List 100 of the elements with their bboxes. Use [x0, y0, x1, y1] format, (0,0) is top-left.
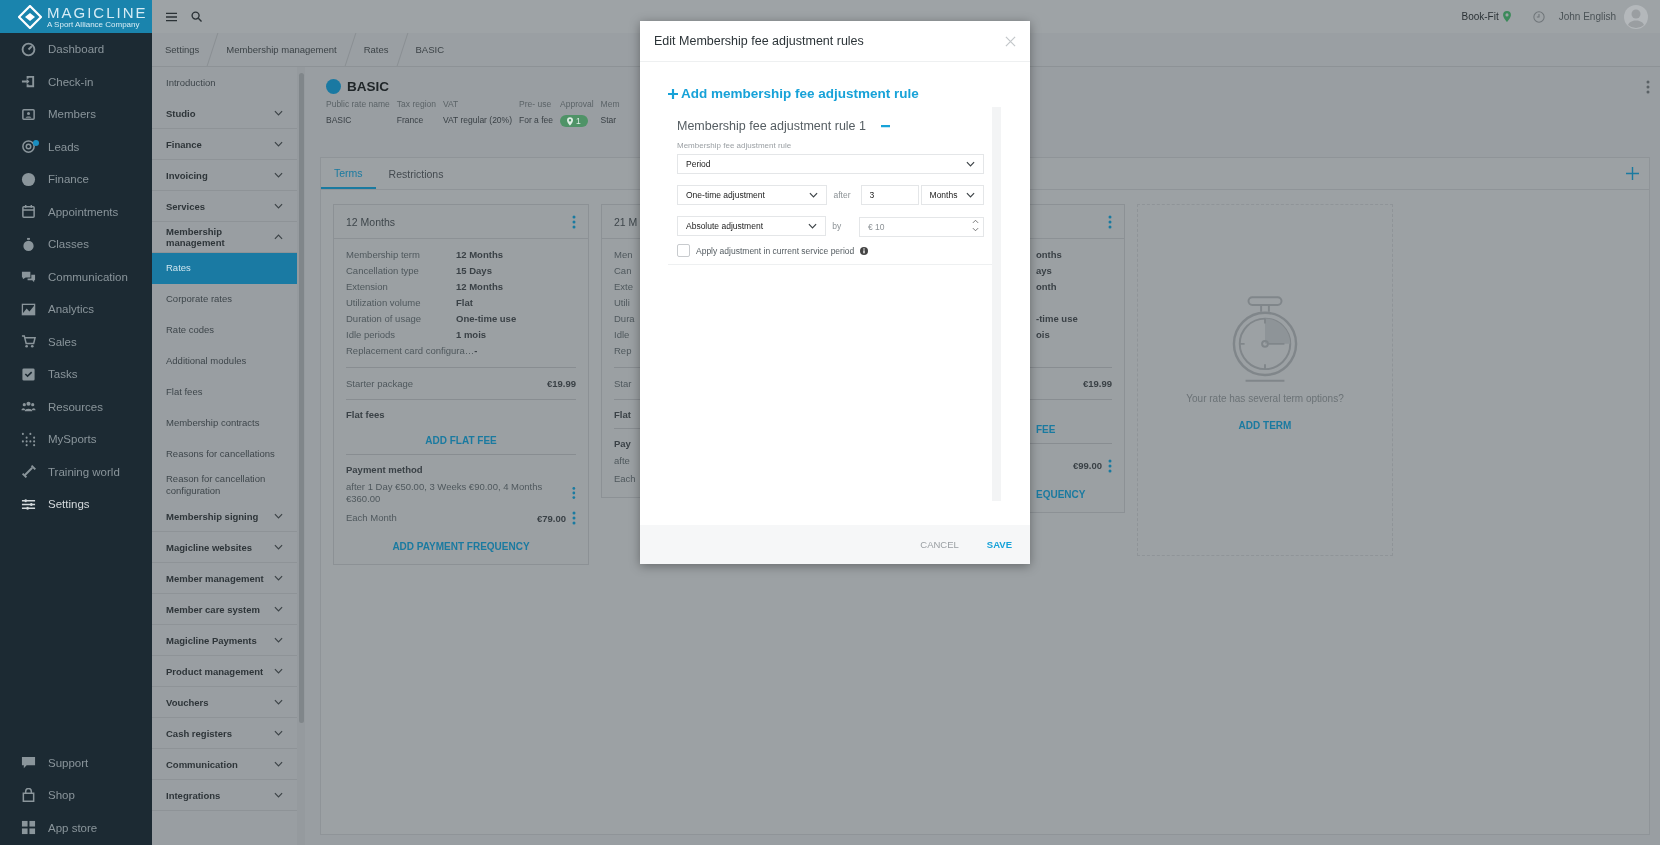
- term-label: Membership term: [346, 249, 421, 261]
- avatar-icon[interactable]: [1624, 4, 1648, 29]
- settings-menu-item[interactable]: Rates: [152, 253, 297, 284]
- starter-package-price: €19.99: [546, 377, 576, 389]
- nav-item[interactable]: Finance: [0, 163, 152, 196]
- cancel-button[interactable]: CANCEL: [914, 535, 965, 554]
- breadcrumb-link[interactable]: Membership management: [213, 33, 350, 66]
- scrollbar-thumb[interactable]: [298, 73, 304, 723]
- starter-package-price: €19.99: [1082, 377, 1112, 389]
- id-card-icon: [21, 106, 36, 122]
- chevron-down-icon: [809, 192, 819, 198]
- nav-item[interactable]: Classes: [0, 228, 152, 261]
- search-icon[interactable]: [191, 11, 202, 22]
- field-value: France: [396, 115, 425, 125]
- amount-field[interactable]: € 10: [859, 217, 984, 237]
- save-button[interactable]: SAVE: [980, 535, 1018, 554]
- adjustment-type-select[interactable]: Absolute adjustment: [677, 216, 827, 236]
- nav-item[interactable]: Check-in: [0, 65, 152, 98]
- flat-fees-heading: Flat: [614, 408, 632, 420]
- term-value: onth: [1036, 281, 1057, 293]
- nav-item[interactable]: Training world: [0, 455, 152, 488]
- settings-menu-item[interactable]: Flat fees: [152, 377, 297, 408]
- starter-package-label: Star: [614, 377, 632, 389]
- term-label: Extension: [346, 281, 389, 293]
- spinner-icon[interactable]: [972, 219, 979, 232]
- brand-tagline: A Sport Alliance Company: [47, 20, 141, 29]
- minus-icon[interactable]: [880, 124, 891, 128]
- term-label: Cancellation type: [346, 265, 420, 277]
- settings-menu-item[interactable]: Reasons for cancellations: [152, 439, 297, 470]
- breadcrumb-link[interactable]: BASIC: [402, 33, 458, 66]
- rule-type-select[interactable]: Period: [677, 154, 984, 174]
- grid-icon: [21, 820, 36, 836]
- settings-menu-item[interactable]: Reason for cancellation configuration: [152, 470, 297, 501]
- settings-menu-item[interactable]: Membership contracts: [152, 408, 297, 439]
- term-label: Duration of usage: [346, 313, 422, 325]
- term-label: Rep: [614, 345, 632, 357]
- nav-item[interactable]: Tasks: [0, 358, 152, 391]
- close-icon[interactable]: [1005, 35, 1016, 47]
- settings-menu-item[interactable]: Rate codes: [152, 315, 297, 346]
- chevron-down-icon: [274, 637, 283, 643]
- nav-item[interactable]: Resources: [0, 390, 152, 423]
- term-label: Utilization volume: [346, 297, 422, 309]
- payment-frequency: Each Month: [346, 512, 397, 525]
- term-value: 12 Months: [456, 281, 503, 293]
- kebab-menu-icon[interactable]: [1646, 79, 1650, 94]
- gauge-icon: [21, 41, 36, 57]
- chevron-down-icon: [274, 172, 283, 178]
- calendar-icon: [21, 204, 36, 220]
- dumbbell-icon: [21, 464, 36, 480]
- term-value: Flat: [456, 297, 473, 309]
- term-value: 1 mois: [456, 329, 487, 341]
- settings-menu-item[interactable]: Corporate rates: [152, 284, 297, 315]
- nav-item[interactable]: Sales: [0, 325, 152, 358]
- nav-item[interactable]: MySports: [0, 423, 152, 456]
- user-name[interactable]: John English: [1558, 11, 1616, 22]
- clock-icon[interactable]: [1532, 10, 1545, 23]
- payment-price: €79.00: [536, 512, 566, 524]
- studio-name[interactable]: Book-Fit: [1461, 11, 1499, 22]
- nav-item[interactable]: Appointments: [0, 195, 152, 228]
- kebab-menu-icon[interactable]: [572, 511, 576, 526]
- checkbox[interactable]: [677, 244, 690, 257]
- chevron-down-icon: [274, 761, 283, 767]
- card-title: 12 Months: [346, 215, 396, 228]
- adjustment-mode-select[interactable]: One-time adjustment: [677, 185, 828, 205]
- tab[interactable]: Restrictions: [375, 158, 457, 189]
- chevron-down-icon: [808, 223, 818, 229]
- kebab-menu-icon[interactable]: [572, 485, 576, 500]
- flat-fees-heading: Flat fees: [346, 408, 386, 420]
- info-icon[interactable]: [860, 246, 869, 255]
- settings-menu-item[interactable]: Introduction: [152, 67, 297, 98]
- rate-name: BASIC: [347, 79, 389, 94]
- nav-item[interactable]: Dashboard: [0, 33, 152, 66]
- kebab-menu-icon[interactable]: [1108, 214, 1112, 229]
- stopwatch-icon: [21, 236, 36, 252]
- add-rule-link[interactable]: Add membership fee adjustment rule: [668, 86, 1004, 101]
- settings-menu-item[interactable]: Additional modules: [152, 346, 297, 377]
- nav-item[interactable]: Communication: [0, 260, 152, 293]
- nav-item[interactable]: Settings: [0, 488, 152, 521]
- plus-icon[interactable]: [1626, 167, 1639, 180]
- field-label: VAT: [443, 99, 460, 109]
- nav-item[interactable]: Members: [0, 98, 152, 131]
- kebab-menu-icon[interactable]: [1108, 458, 1112, 473]
- nav-item[interactable]: Analytics: [0, 293, 152, 326]
- nav-item[interactable]: Shop: [0, 779, 152, 812]
- chevron-down-icon: [274, 606, 283, 612]
- term-label: Idle periods: [346, 329, 397, 341]
- after-input[interactable]: 3: [860, 185, 919, 205]
- kebab-menu-icon[interactable]: [572, 214, 576, 229]
- brand-name: MAGICLINE: [47, 4, 148, 20]
- menu-icon[interactable]: [166, 11, 177, 22]
- nav-item[interactable]: App store: [0, 811, 152, 844]
- term-value: One-time use: [456, 313, 517, 325]
- nav-item[interactable]: Support: [0, 746, 152, 779]
- starter-package-label: Starter package: [346, 377, 415, 389]
- breadcrumb-link[interactable]: Settings: [152, 33, 213, 66]
- breadcrumb-link[interactable]: Rates: [350, 33, 402, 66]
- chevron-down-icon: [274, 203, 283, 209]
- nav-item[interactable]: Leads: [0, 130, 152, 163]
- unit-select[interactable]: Months: [920, 185, 984, 205]
- connector-label: by: [831, 221, 843, 231]
